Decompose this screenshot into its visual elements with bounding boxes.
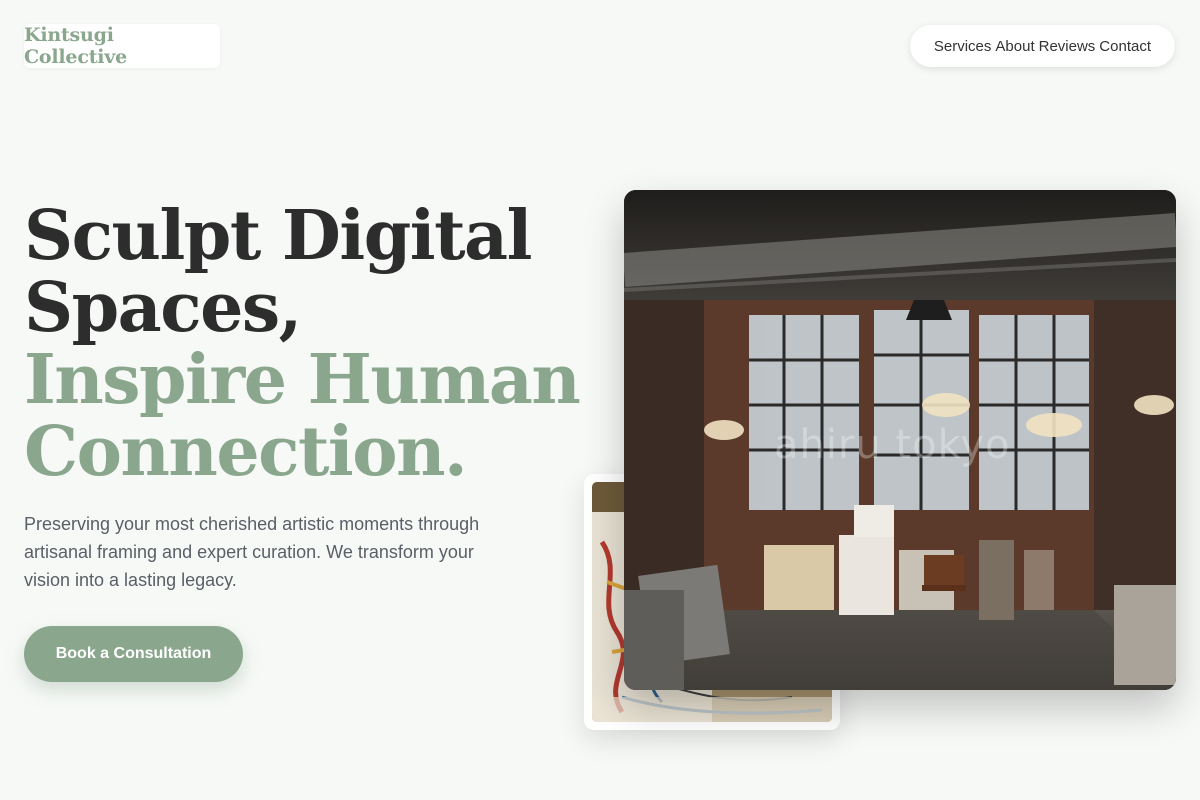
headline-line-3: Inspire Human [24, 340, 581, 420]
brand-logo[interactable]: Kintsugi Collective [24, 24, 220, 68]
studio-hero-image: ahiru tokyo [624, 190, 1176, 690]
nav-link-contact[interactable]: Contact [1099, 38, 1151, 55]
nav-link-services[interactable]: Services [934, 38, 992, 55]
main-nav: Services About Reviews Contact [909, 25, 1175, 67]
headline-line-1: Sculpt Digital [24, 196, 532, 276]
headline-line-4: Connection. [24, 412, 468, 492]
nav-link-reviews[interactable]: Reviews [1039, 38, 1096, 55]
hero-description: Preserving your most cherished artistic … [24, 514, 480, 590]
hero-headline: Sculpt Digital Spaces, Inspire Human Con… [24, 200, 584, 488]
headline-line-2: Spaces, [24, 268, 302, 348]
image-watermark: ahiru tokyo [774, 422, 1011, 468]
nav-link-about[interactable]: About [995, 38, 1034, 55]
book-consultation-button[interactable]: Book a Consultation [24, 626, 243, 682]
